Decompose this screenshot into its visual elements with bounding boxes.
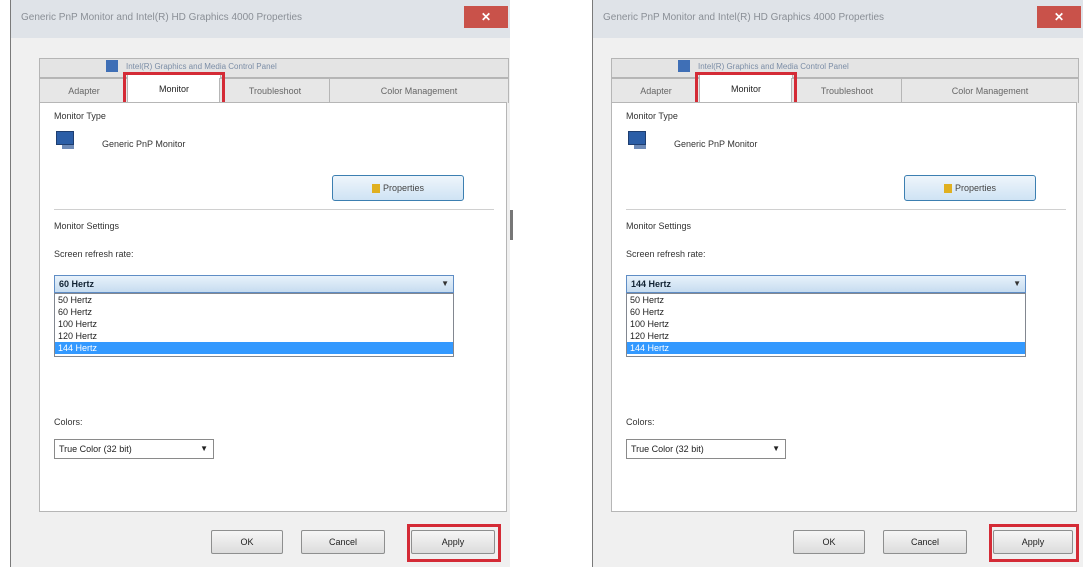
tab-intel-graphics-label: Intel(R) Graphics and Media Control Pane… (698, 62, 849, 71)
display-properties-dialog-after: Generic PnP Monitor and Intel(R) HD Grap… (592, 0, 1083, 567)
properties-button[interactable]: Properties (332, 175, 464, 201)
colors-label: Colors: (54, 417, 83, 427)
tab-intel-graphics-label: Intel(R) Graphics and Media Control Pane… (126, 62, 277, 71)
ok-button[interactable]: OK (211, 530, 283, 554)
refresh-rate-value: 144 Hertz (631, 279, 672, 289)
cancel-button[interactable]: Cancel (301, 530, 385, 554)
tab-color-management[interactable]: Color Management (329, 78, 509, 103)
chevron-down-icon: ▼ (441, 279, 449, 288)
monitor-type-label: Monitor Type (626, 111, 678, 121)
monitor-settings-label: Monitor Settings (54, 221, 120, 231)
colors-label: Colors: (626, 417, 655, 427)
intel-graphics-icon (678, 60, 690, 72)
tab-color-management[interactable]: Color Management (901, 78, 1079, 103)
monitor-name: Generic PnP Monitor (102, 139, 186, 149)
apply-button[interactable]: Apply (411, 530, 495, 554)
refresh-option-50[interactable]: 50 Hertz (55, 294, 453, 306)
monitor-icon (56, 131, 78, 151)
divider (626, 209, 1066, 210)
tab-troubleshoot[interactable]: Troubleshoot (791, 78, 903, 103)
tab-monitor[interactable]: Monitor (699, 74, 793, 103)
colors-dropdown[interactable]: True Color (32 bit) ▼ (626, 439, 786, 459)
refresh-rate-label: Screen refresh rate: (626, 249, 706, 259)
colors-value: True Color (32 bit) (631, 444, 704, 454)
scrollbar-fragment (510, 210, 513, 240)
refresh-option-60[interactable]: 60 Hertz (55, 306, 453, 318)
colors-dropdown[interactable]: True Color (32 bit) ▼ (54, 439, 214, 459)
apply-button[interactable]: Apply (993, 530, 1073, 554)
refresh-option-144[interactable]: 144 Hertz (627, 342, 1025, 354)
tab-intel-graphics[interactable]: Intel(R) Graphics and Media Control Pane… (39, 58, 509, 78)
refresh-option-100[interactable]: 100 Hertz (55, 318, 453, 330)
display-properties-dialog-before: Generic PnP Monitor and Intel(R) HD Grap… (10, 0, 510, 567)
chevron-down-icon: ▼ (1013, 279, 1021, 288)
divider (54, 209, 494, 210)
ok-button[interactable]: OK (793, 530, 865, 554)
title-bar[interactable]: Generic PnP Monitor and Intel(R) HD Grap… (593, 0, 1083, 38)
monitor-name: Generic PnP Monitor (674, 139, 758, 149)
refresh-rate-label: Screen refresh rate: (54, 249, 134, 259)
refresh-rate-options: 50 Hertz 60 Hertz 100 Hertz 120 Hertz 14… (54, 293, 454, 357)
intel-graphics-icon (106, 60, 118, 72)
monitor-tab-panel: Monitor Type Generic PnP Monitor Propert… (611, 102, 1077, 512)
refresh-option-50[interactable]: 50 Hertz (627, 294, 1025, 306)
monitor-settings-label: Monitor Settings (626, 221, 692, 231)
cancel-button[interactable]: Cancel (883, 530, 967, 554)
refresh-rate-options: 50 Hertz 60 Hertz 100 Hertz 120 Hertz 14… (626, 293, 1026, 357)
shield-icon (371, 184, 380, 194)
tab-adapter[interactable]: Adapter (39, 78, 129, 103)
refresh-option-144[interactable]: 144 Hertz (55, 342, 453, 354)
shield-icon (943, 184, 952, 194)
chevron-down-icon: ▼ (772, 444, 780, 453)
monitor-type-label: Monitor Type (54, 111, 106, 121)
properties-button[interactable]: Properties (904, 175, 1036, 201)
refresh-rate-value: 60 Hertz (59, 279, 95, 289)
refresh-option-100[interactable]: 100 Hertz (627, 318, 1025, 330)
title-bar[interactable]: Generic PnP Monitor and Intel(R) HD Grap… (11, 0, 510, 38)
properties-button-label: Properties (382, 183, 425, 193)
properties-button-label: Properties (954, 183, 997, 193)
window-title: Generic PnP Monitor and Intel(R) HD Grap… (21, 12, 303, 23)
refresh-option-60[interactable]: 60 Hertz (627, 306, 1025, 318)
refresh-rate-dropdown[interactable]: 60 Hertz ▼ (54, 275, 454, 293)
close-button[interactable]: ✕ (464, 6, 508, 28)
refresh-option-120[interactable]: 120 Hertz (627, 330, 1025, 342)
chevron-down-icon: ▼ (200, 444, 208, 453)
refresh-option-120[interactable]: 120 Hertz (55, 330, 453, 342)
close-button[interactable]: ✕ (1037, 6, 1081, 28)
colors-value: True Color (32 bit) (59, 444, 132, 454)
monitor-tab-panel: Monitor Type Generic PnP Monitor Propert… (39, 102, 507, 512)
tab-intel-graphics[interactable]: Intel(R) Graphics and Media Control Pane… (611, 58, 1079, 78)
monitor-icon (628, 131, 650, 151)
tab-troubleshoot[interactable]: Troubleshoot (219, 78, 331, 103)
tab-monitor[interactable]: Monitor (127, 74, 221, 103)
refresh-rate-dropdown[interactable]: 144 Hertz ▼ (626, 275, 1026, 293)
window-title: Generic PnP Monitor and Intel(R) HD Grap… (603, 12, 885, 23)
tab-adapter[interactable]: Adapter (611, 78, 701, 103)
